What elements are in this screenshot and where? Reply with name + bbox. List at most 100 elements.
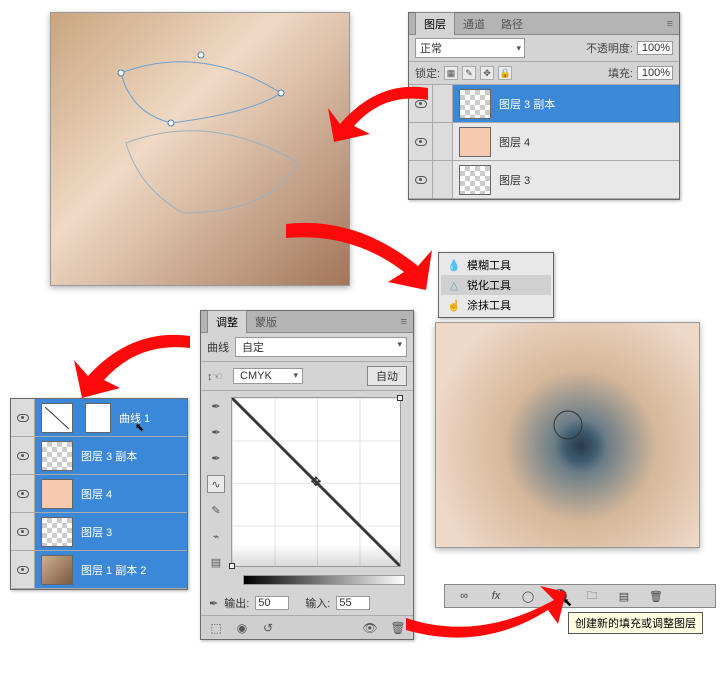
layer-row[interactable]: 图层 4 bbox=[409, 123, 679, 161]
new-layer-icon[interactable]: ▤ bbox=[615, 588, 633, 604]
curves-footer: ⬚ ◉ ↺ 👁 🗑 bbox=[201, 615, 413, 639]
layer-name: 图层 4 bbox=[497, 134, 530, 150]
layer-name: 图层 3 副本 bbox=[497, 96, 555, 112]
panel-menu-icon[interactable]: ≡ bbox=[667, 18, 673, 30]
eyedropper-black-icon[interactable]: ✒ bbox=[207, 397, 225, 415]
layer-row[interactable]: 图层 3 副本 bbox=[11, 437, 187, 475]
layer-row[interactable]: 图层 4 bbox=[11, 475, 187, 513]
left-layers-panel: 曲线 1 图层 3 副本 图层 4 图层 3 ⬉ 图层 1 副本 2 bbox=[10, 398, 188, 590]
visibility-icon[interactable] bbox=[17, 490, 29, 498]
visibility-icon[interactable] bbox=[415, 176, 427, 184]
folder-icon[interactable]: 🗀 bbox=[583, 588, 601, 604]
tool-label: 锐化工具 bbox=[467, 277, 511, 293]
input-gradient bbox=[243, 575, 405, 585]
curves-graph[interactable]: ✥ bbox=[231, 397, 401, 567]
adj-thumb-curves[interactable] bbox=[41, 403, 73, 433]
fill-label: 填充: bbox=[608, 65, 633, 81]
lock-paint-icon[interactable]: ✎ bbox=[462, 66, 476, 80]
tab-paths[interactable]: 路径 bbox=[493, 13, 531, 35]
tooltip: 创建新的填充或调整图层 bbox=[568, 612, 703, 634]
layers-footer-bar: ∞ fx ◯ 🗀 ▤ 🗑 bbox=[444, 584, 716, 608]
mask-icon[interactable]: ◯ bbox=[519, 588, 537, 604]
pencil-tool-icon[interactable]: ✎ bbox=[207, 501, 225, 519]
clip-to-layer-icon[interactable]: ⬚ bbox=[207, 620, 225, 636]
eyedropper-white-icon[interactable]: ✒ bbox=[207, 449, 225, 467]
visibility-icon[interactable] bbox=[17, 566, 29, 574]
move-cursor-icon: ✥ bbox=[311, 474, 322, 490]
curves-toolstrip: ✒ ✒ ✒ ∿ ✎ ⌁ ▤ bbox=[207, 397, 225, 571]
curves-title: 曲线 bbox=[207, 339, 229, 355]
layer-thumb[interactable] bbox=[459, 89, 491, 119]
scrubby-icon[interactable]: ↕☜ bbox=[207, 370, 227, 383]
reset-icon[interactable]: ↺ bbox=[259, 620, 277, 636]
layer-row[interactable]: 图层 3 ⬉ bbox=[11, 513, 187, 551]
tab-adjust[interactable]: 调整 bbox=[207, 310, 247, 333]
mouse-cursor-icon: ⬉ bbox=[135, 421, 147, 437]
layer-thumb[interactable] bbox=[41, 555, 73, 585]
layer-thumb[interactable] bbox=[41, 441, 73, 471]
opacity-field[interactable]: 100% bbox=[637, 41, 673, 55]
layer-row[interactable]: 图层 3 bbox=[409, 161, 679, 199]
sharpen-icon: △ bbox=[447, 279, 461, 292]
visibility-icon[interactable] bbox=[17, 452, 29, 460]
output-field[interactable]: 50 bbox=[255, 596, 289, 610]
preset-select[interactable]: 自定 bbox=[235, 337, 407, 357]
visibility-icon[interactable] bbox=[17, 414, 29, 422]
visibility-icon[interactable] bbox=[415, 138, 427, 146]
layer-name: 图层 1 副本 2 bbox=[79, 562, 146, 578]
layer-row[interactable]: 图层 3 副本 bbox=[409, 85, 679, 123]
curves-panel: 调整 蒙版 ≡ 曲线 自定 ↕☜ CMYK 自动 ✒ ✒ ✒ ∿ ✎ ⌁ ▤ ✥… bbox=[200, 310, 414, 640]
tool-item-smudge[interactable]: ☝ 涂抹工具 bbox=[441, 295, 551, 315]
panel-tabs: 图层 通道 路径 ≡ bbox=[409, 13, 679, 35]
toggle-visibility-icon[interactable]: 👁 bbox=[361, 620, 379, 636]
mask-thumb[interactable] bbox=[85, 403, 111, 433]
layer-row[interactable]: 图层 1 副本 2 bbox=[11, 551, 187, 589]
tool-flyout: 💧 模糊工具 △ 锐化工具 ☝ 涂抹工具 bbox=[438, 252, 554, 318]
lock-move-icon[interactable]: ✥ bbox=[480, 66, 494, 80]
link-layers-icon[interactable]: ∞ bbox=[455, 588, 473, 604]
curve-endpoint-black[interactable] bbox=[229, 563, 235, 569]
photo-eyebrow-edit bbox=[50, 12, 350, 286]
view-prev-icon[interactable]: ◉ bbox=[233, 620, 251, 636]
fx-icon[interactable]: fx bbox=[487, 588, 505, 604]
layer-name: 图层 3 副本 bbox=[79, 448, 137, 464]
eyedropper-icon[interactable]: ✒ bbox=[209, 597, 218, 610]
visibility-icon[interactable] bbox=[415, 100, 427, 108]
clip-icon[interactable]: ▤ bbox=[207, 553, 225, 571]
input-field[interactable]: 55 bbox=[336, 596, 370, 610]
tab-layers[interactable]: 图层 bbox=[415, 12, 455, 35]
lock-all-icon[interactable]: 🔒 bbox=[498, 66, 512, 80]
channel-select[interactable]: CMYK bbox=[233, 368, 303, 384]
tool-label: 涂抹工具 bbox=[467, 297, 511, 313]
tool-item-blur[interactable]: 💧 模糊工具 bbox=[441, 255, 551, 275]
layer-name: 图层 3 bbox=[79, 524, 112, 540]
tab-mask[interactable]: 蒙版 bbox=[247, 311, 285, 333]
trash-icon[interactable]: 🗑 bbox=[647, 588, 665, 604]
blur-icon: 💧 bbox=[447, 259, 461, 272]
curve-point-tool-icon[interactable]: ∿ bbox=[207, 475, 225, 493]
curve-endpoint-white[interactable] bbox=[397, 395, 403, 401]
lock-label: 锁定: bbox=[415, 65, 440, 81]
eyedropper-gray-icon[interactable]: ✒ bbox=[207, 423, 225, 441]
trash-icon[interactable]: 🗑 bbox=[389, 620, 407, 636]
smooth-tool-icon[interactable]: ⌁ bbox=[207, 527, 225, 545]
layer-name: 图层 4 bbox=[79, 486, 112, 502]
layer-thumb[interactable] bbox=[41, 517, 73, 547]
tab-channels[interactable]: 通道 bbox=[455, 13, 493, 35]
photo-eye-result bbox=[435, 322, 700, 548]
fill-field[interactable]: 100% bbox=[637, 66, 673, 80]
input-label: 输入: bbox=[305, 595, 330, 611]
layer-thumb[interactable] bbox=[41, 479, 73, 509]
tool-item-sharpen[interactable]: △ 锐化工具 bbox=[441, 275, 551, 295]
lock-trans-icon[interactable]: ▦ bbox=[444, 66, 458, 80]
visibility-icon[interactable] bbox=[17, 528, 29, 536]
panel-menu-icon[interactable]: ≡ bbox=[401, 316, 407, 328]
auto-button[interactable]: 自动 bbox=[367, 366, 407, 386]
blend-mode-select[interactable]: 正常 bbox=[415, 38, 525, 58]
layer-name: 图层 3 bbox=[497, 172, 530, 188]
layer-thumb[interactable] bbox=[459, 165, 491, 195]
output-label: 输出: bbox=[224, 595, 249, 611]
layer-thumb[interactable] bbox=[459, 127, 491, 157]
layer-row-curves[interactable]: 曲线 1 bbox=[11, 399, 187, 437]
mouse-cursor-icon: ⬉ bbox=[563, 596, 575, 612]
